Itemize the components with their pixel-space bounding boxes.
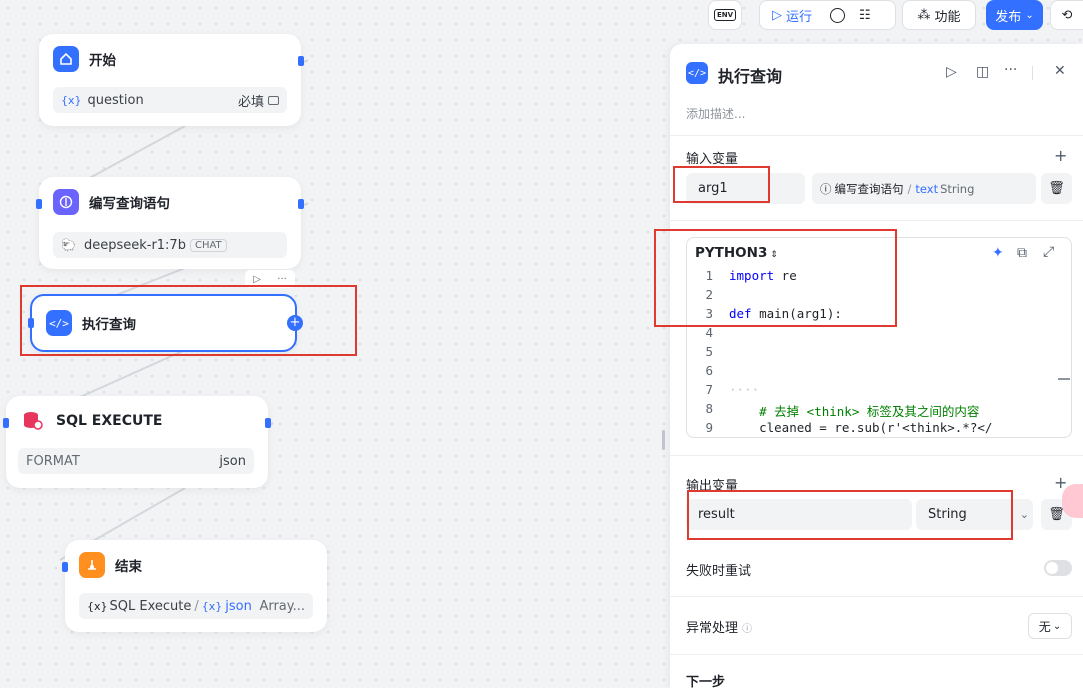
end-icon bbox=[79, 552, 105, 578]
node-title: 开始 bbox=[89, 53, 116, 69]
variable-icon: {x} bbox=[61, 93, 82, 107]
error-handling-select[interactable]: 无 ⌄ bbox=[1028, 613, 1072, 639]
highlight-box bbox=[687, 490, 1013, 540]
run-button[interactable]: ▷ 运行 bbox=[772, 6, 812, 25]
env-button[interactable]: ENV bbox=[708, 0, 742, 30]
node-config-panel: </> 执行查询 ▷ ◫ ··· ✕ 添加描述... 输入变量 + arg1 ⓘ… bbox=[654, 44, 1083, 688]
scrollbar[interactable] bbox=[1058, 378, 1070, 380]
expand-icon[interactable]: ⤢ bbox=[1043, 244, 1054, 260]
node-sql-execute[interactable]: SQL EXECUTE FORMAT json bbox=[3, 396, 271, 488]
split-view-icon[interactable]: ◫ bbox=[976, 64, 989, 80]
next-step-label: 下一步 bbox=[686, 675, 726, 688]
source-var: json bbox=[225, 598, 252, 614]
required-label: 必填 bbox=[237, 94, 264, 110]
panel-title[interactable]: 执行查询 bbox=[718, 63, 782, 87]
run-node-icon[interactable]: ▷ bbox=[946, 64, 957, 80]
home-icon bbox=[53, 46, 79, 72]
run-node-icon[interactable]: ▷ bbox=[253, 274, 261, 285]
divider bbox=[1032, 66, 1033, 80]
source-node: SQL Execute bbox=[109, 598, 192, 614]
help-icon[interactable]: ⓘ bbox=[742, 624, 752, 635]
input-vars-heading: 输入变量 bbox=[686, 152, 739, 167]
node-write-sql[interactable]: 编写查询语句 🐑 deepseek-r1:7b CHAT bbox=[36, 177, 304, 269]
node-title: 结束 bbox=[115, 559, 142, 575]
field-name: FORMAT bbox=[26, 453, 80, 469]
history-button[interactable]: ⟲ bbox=[1050, 0, 1083, 30]
close-icon[interactable]: ✕ bbox=[1054, 63, 1066, 79]
highlight-box bbox=[673, 166, 770, 203]
highlight-box bbox=[654, 229, 897, 327]
delete-input-button[interactable]: 🗑 bbox=[1041, 173, 1072, 204]
var-type: Array... bbox=[259, 598, 305, 614]
retry-label: 失败时重试 bbox=[686, 564, 752, 579]
description-input[interactable]: 添加描述... bbox=[686, 105, 745, 122]
variable-icon: {x} bbox=[201, 599, 223, 613]
variable-icon: {x} bbox=[87, 599, 108, 613]
features-button[interactable]: ⁂ 功能 bbox=[902, 0, 976, 30]
model-name: deepseek-r1:7b bbox=[83, 237, 186, 253]
ai-sparkle-icon[interactable]: ✦ bbox=[992, 245, 1004, 261]
more-icon[interactable]: ··· bbox=[1004, 62, 1017, 78]
play-icon: ▷ bbox=[772, 7, 782, 23]
features-icon: ⁂ bbox=[917, 7, 931, 23]
retry-toggle[interactable] bbox=[1044, 560, 1072, 576]
node-title: SQL EXECUTE bbox=[56, 413, 163, 429]
database-icon bbox=[20, 408, 46, 434]
llama-icon: 🐑 bbox=[61, 238, 76, 252]
chevron-down-icon: ⌄ bbox=[1052, 620, 1062, 632]
chevron-down-icon: ⌄ bbox=[1025, 9, 1034, 21]
llm-icon bbox=[53, 189, 79, 215]
highlight-box bbox=[20, 285, 357, 356]
input-var-reference[interactable]: ⓘ 编写查询语句 / text String bbox=[812, 173, 1036, 204]
node-end[interactable]: 结束 {x} SQL Execute / {x} json Array... bbox=[62, 540, 327, 632]
input-port[interactable] bbox=[62, 562, 68, 572]
chat-bubble-icon[interactable] bbox=[1062, 484, 1083, 518]
error-handling-label: 异常处理 ⓘ bbox=[686, 621, 753, 636]
env-icon: ENV bbox=[713, 9, 737, 21]
add-input-icon[interactable]: + bbox=[1054, 146, 1067, 165]
output-port[interactable] bbox=[298, 56, 304, 66]
more-icon[interactable]: ··· bbox=[277, 274, 287, 285]
resize-handle[interactable] bbox=[662, 430, 665, 450]
output-port[interactable] bbox=[265, 418, 271, 428]
node-start[interactable]: 开始 {x} question 必填 bbox=[39, 34, 304, 126]
publish-button[interactable]: 发布 ⌄ bbox=[986, 0, 1043, 30]
input-port[interactable] bbox=[36, 199, 42, 209]
copy-icon[interactable]: ⧉ bbox=[1017, 245, 1027, 261]
output-port[interactable] bbox=[298, 199, 304, 209]
history-check-icon[interactable] bbox=[830, 7, 846, 23]
input-port[interactable] bbox=[3, 418, 9, 428]
panel-code-icon: </> bbox=[686, 62, 708, 84]
run-toolbar-group: ▷ 运行 ☷ bbox=[759, 0, 896, 30]
trash-icon: 🗑 bbox=[1048, 181, 1065, 196]
input-type-icon bbox=[268, 95, 279, 105]
chevron-down-icon: ⌄ bbox=[1019, 508, 1029, 521]
history-icon: ⟲ bbox=[1061, 7, 1073, 23]
field-value: json bbox=[219, 453, 246, 469]
model-tag: CHAT bbox=[189, 238, 227, 252]
llm-icon: ⓘ bbox=[820, 181, 832, 196]
checklist-icon[interactable]: ☷ bbox=[859, 8, 871, 23]
start-var-name: question bbox=[87, 92, 144, 108]
node-title: 编写查询语句 bbox=[89, 196, 170, 212]
